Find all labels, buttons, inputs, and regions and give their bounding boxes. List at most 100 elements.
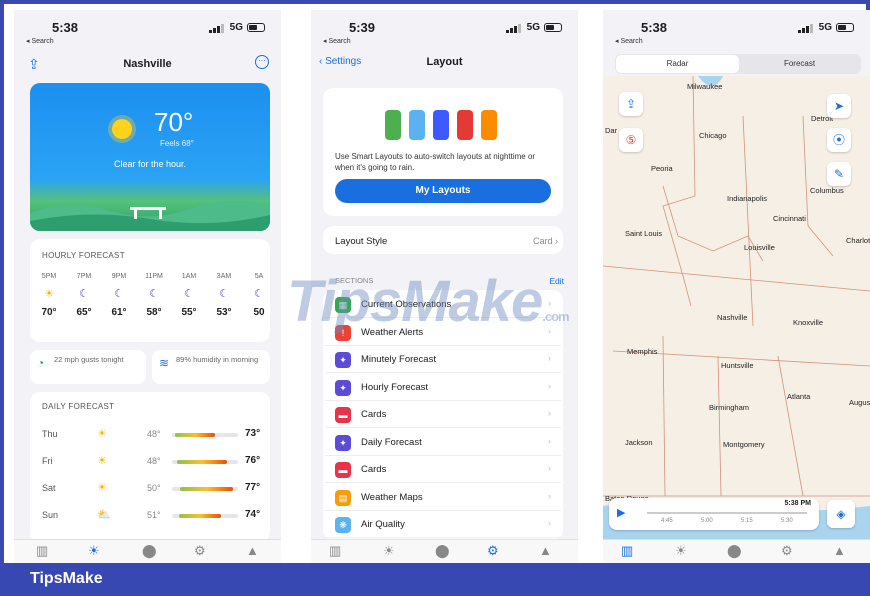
map-tab-icon[interactable]: ▥ [329, 543, 341, 559]
city-title[interactable]: Nashville [14, 58, 281, 70]
map-city-label: Saint Louis [625, 229, 663, 238]
layout-style-value: Card › [532, 236, 558, 246]
weather-tab-icon[interactable]: ☀ [383, 543, 395, 559]
layout-style-label: Layout Style [335, 236, 388, 247]
share-icon[interactable]: ⇪ [619, 92, 643, 116]
my-layouts-button[interactable]: My Layouts [335, 179, 551, 203]
battery-icon [544, 23, 562, 32]
humidity-card[interactable]: ≋ 89% humidity in morning [152, 350, 270, 384]
humidity-text: 89% humidity in morning [176, 355, 259, 364]
section-label: Minutely Forecast [361, 354, 436, 365]
tab-radar[interactable]: Radar [616, 55, 739, 73]
temp-range-bar [172, 487, 238, 491]
day-high: 74° [245, 509, 261, 520]
map-city-label: Louisville [744, 243, 775, 252]
feels-like: Feels 68° [160, 139, 194, 148]
alert-count-icon[interactable]: ⑤ [619, 128, 643, 152]
wind-icon: ◔ [37, 356, 45, 370]
back-to-search-link[interactable]: ◂ Search [323, 37, 351, 45]
hourly-item: 11PM ☾ 58° [139, 273, 169, 318]
daily-row[interactable]: Fri ☀ 48° 76° [42, 450, 262, 477]
hourly-item: 9PM ☾ 61° [104, 273, 134, 318]
watermark: TipsMake.com [287, 268, 570, 335]
moon-icon: ☾ [79, 288, 89, 300]
watermark-text: TipsMake [287, 269, 543, 334]
map-city-label: Atlanta [787, 392, 811, 401]
hourly-time: 11PM [145, 273, 163, 280]
section-row[interactable]: ✦ Daily Forecast › [325, 429, 561, 456]
status-time: 5:38 [52, 20, 79, 35]
play-icon[interactable]: ▶ [617, 506, 625, 519]
day-high: 77° [245, 482, 261, 493]
map-tab-icon[interactable]: ▥ [36, 543, 48, 559]
chevron-right-icon: › [548, 463, 551, 473]
moon-icon: ☾ [149, 288, 159, 300]
section-icon: ▤ [335, 489, 351, 506]
map-mode-segmented: Radar Forecast [615, 54, 861, 74]
hourly-item: 3AM ☾ 53° [209, 273, 239, 318]
map-tab-icon[interactable]: ▥ [621, 543, 633, 559]
location-tab-icon[interactable]: ⬤ [727, 543, 742, 559]
gusts-card[interactable]: ◔ 22 mph gusts tonight [30, 350, 146, 384]
settings-tab-icon[interactable]: ⚙ [781, 543, 793, 559]
network-label: 5G [229, 22, 243, 33]
sun-icon: ☀ [44, 288, 54, 300]
daily-row[interactable]: Thu ☀ 48° 73° [42, 423, 262, 450]
tab-bar: ▥ ☀ ⬤ ⚙ ▲ [311, 539, 578, 563]
settings-tab-icon[interactable]: ⚙ [194, 543, 206, 559]
map-city-label: Jackson [625, 438, 653, 447]
weather-tab-icon[interactable]: ☀ [675, 543, 687, 559]
hourly-time: 5A [254, 273, 264, 280]
day-low: 48° [147, 429, 161, 439]
alerts-tab-icon[interactable]: ▲ [539, 543, 552, 558]
tab-forecast[interactable]: Forecast [738, 54, 861, 74]
smart-layouts-description: Use Smart Layouts to auto-switch layouts… [335, 152, 536, 172]
timeline-scrubber[interactable] [647, 512, 807, 514]
daily-row[interactable]: Sun ⛅ 51° 74° [42, 504, 262, 531]
hourly-time: 5PM [41, 273, 57, 280]
status-bar: 5:38 ◂ Search 5G [603, 10, 870, 50]
alerts-tab-icon[interactable]: ▲ [833, 543, 846, 558]
day-high: 73° [245, 428, 261, 439]
map-city-label: Chicago [699, 131, 727, 140]
current-conditions-card[interactable]: 70° Feels 68° Clear for the hour. [30, 83, 270, 231]
section-row[interactable]: ▬ Cards › [325, 456, 561, 483]
map-city-label: Dar [605, 126, 618, 135]
eyedropper-icon[interactable]: ✎ [827, 162, 851, 186]
layers-icon[interactable]: ◈ [827, 500, 855, 528]
hourly-item: 1AM ☾ 55° [174, 273, 204, 318]
day-low: 51° [147, 510, 161, 520]
section-label: Daily Forecast [361, 436, 422, 448]
radar-station-icon[interactable]: ⦿ [827, 128, 851, 152]
chevron-right-icon: › [548, 353, 551, 363]
section-label: Weather Maps [361, 491, 423, 503]
day-low: 48° [147, 456, 161, 466]
temp-range-bar [172, 514, 238, 518]
network-label: 5G [526, 22, 540, 33]
section-row[interactable]: ✦ Hourly Forecast › [325, 374, 561, 401]
hourly-time: 9PM [111, 273, 127, 280]
status-time: 5:39 [349, 20, 376, 35]
section-row[interactable]: ✦ Minutely Forecast › [325, 346, 561, 373]
daily-row[interactable]: Sat ☀ 50° 77° [42, 477, 262, 504]
location-tab-icon[interactable]: ⬤ [142, 543, 157, 559]
temp-range-bar [172, 433, 238, 437]
section-row[interactable]: ▤ Weather Maps › [325, 484, 561, 511]
map-city-label: Charlotte [846, 236, 870, 245]
hourly-temp: 61° [111, 307, 127, 318]
signal-icon [506, 24, 521, 33]
section-row[interactable]: ❋ Air Quality › [325, 511, 561, 538]
locate-arrow-icon[interactable]: ➤ [827, 94, 851, 118]
back-to-search-link[interactable]: ◂ Search [615, 37, 643, 45]
partly-cloudy-icon: ⛅ [97, 509, 111, 521]
weather-header: ⇪ Nashville ··· [14, 50, 281, 84]
settings-back-button[interactable]: ‹ Settings [319, 56, 361, 67]
section-row[interactable]: ▬ Cards › [325, 401, 561, 428]
settings-tab-icon[interactable]: ⚙ [487, 543, 499, 559]
back-to-search-link[interactable]: ◂ Search [26, 37, 54, 45]
section-label: Cards [361, 409, 387, 420]
weather-tab-icon[interactable]: ☀ [88, 543, 100, 559]
location-tab-icon[interactable]: ⬤ [435, 543, 450, 559]
alerts-tab-icon[interactable]: ▲ [246, 543, 259, 558]
more-icon[interactable]: ··· [255, 55, 269, 69]
